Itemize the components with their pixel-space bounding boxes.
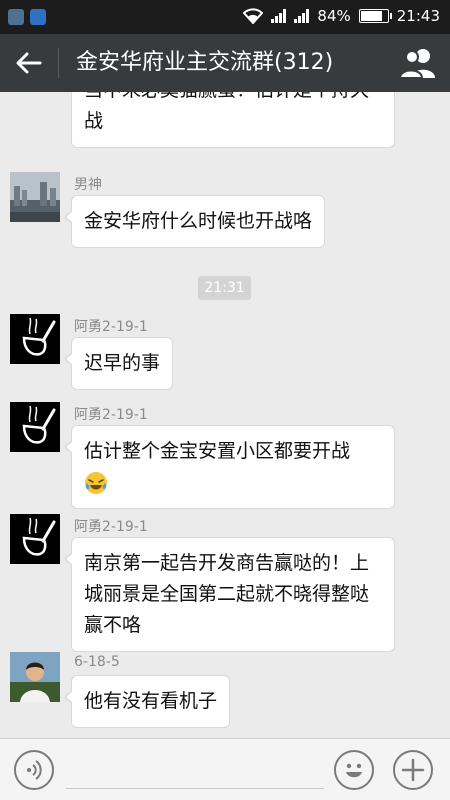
plus-icon <box>401 758 425 782</box>
title-divider <box>58 48 59 78</box>
more-actions-button[interactable] <box>393 750 433 790</box>
group-members-icon[interactable] <box>398 46 438 80</box>
input-bar <box>0 738 450 800</box>
battery-percent: 84% <box>317 7 351 25</box>
timestamp-chip: 21:31 <box>198 276 251 300</box>
avatar[interactable] <box>10 172 60 222</box>
pipe-avatar <box>10 514 60 564</box>
sender-name: 阿勇2-19-1 <box>74 319 148 335</box>
notification-app-icon <box>8 9 24 25</box>
city-skyline-avatar <box>10 172 60 222</box>
security-shield-icon <box>30 9 46 25</box>
message-bubble[interactable]: 当中未必莫猫腻蛮！估计是个持久战 <box>71 92 395 148</box>
sender-name: 6-18-5 <box>74 654 120 670</box>
message-bubble[interactable]: 他有没有看机子 <box>63 675 231 728</box>
sender-name: 男神 <box>74 177 102 193</box>
sender-name: 阿勇2-19-1 <box>74 519 148 535</box>
avatar[interactable] <box>10 514 60 564</box>
chat-list[interactable]: 当中未必莫猫腻蛮！估计是个持久战 男神 金安华府什么时候也开战咯 21:31 <box>0 92 450 738</box>
title-bar: 金安华府业主交流群(312) <box>0 34 450 92</box>
pipe-avatar <box>10 314 60 364</box>
message-input-field[interactable] <box>66 788 324 789</box>
signal-icon <box>271 9 287 23</box>
smiley-icon <box>346 763 362 778</box>
emoji-button[interactable] <box>334 750 374 790</box>
avatar[interactable] <box>10 314 60 364</box>
person-photo-avatar <box>10 652 60 702</box>
laugh-cry-emoji <box>85 471 107 494</box>
clock: 21:43 <box>396 7 440 25</box>
message-bubble[interactable]: 南京第一起告开发商告赢哒的！上城丽景是全国第二起就不晓得整哒赢不咯 <box>64 537 395 652</box>
message-bubble[interactable]: 迟早的事 <box>63 337 174 390</box>
message-bubble[interactable]: 金安华府什么时候也开战咯 <box>63 195 326 248</box>
status-bar: 84% 21:43 <box>0 0 450 34</box>
message-bubble[interactable]: 估计整个金宝安置小区都要开战 <box>64 425 395 509</box>
sender-name: 阿勇2-19-1 <box>74 407 148 423</box>
avatar[interactable] <box>10 652 60 702</box>
back-arrow-icon[interactable] <box>14 48 44 78</box>
voice-input-button[interactable] <box>14 750 54 790</box>
voice-wave-icon <box>27 760 42 780</box>
pipe-avatar <box>10 402 60 452</box>
battery-icon <box>358 9 392 23</box>
chat-title: 金安华府业主交流群(312) <box>76 50 334 75</box>
signal-icon-2 <box>294 9 310 23</box>
wifi-icon <box>243 8 264 24</box>
avatar[interactable] <box>10 402 60 452</box>
